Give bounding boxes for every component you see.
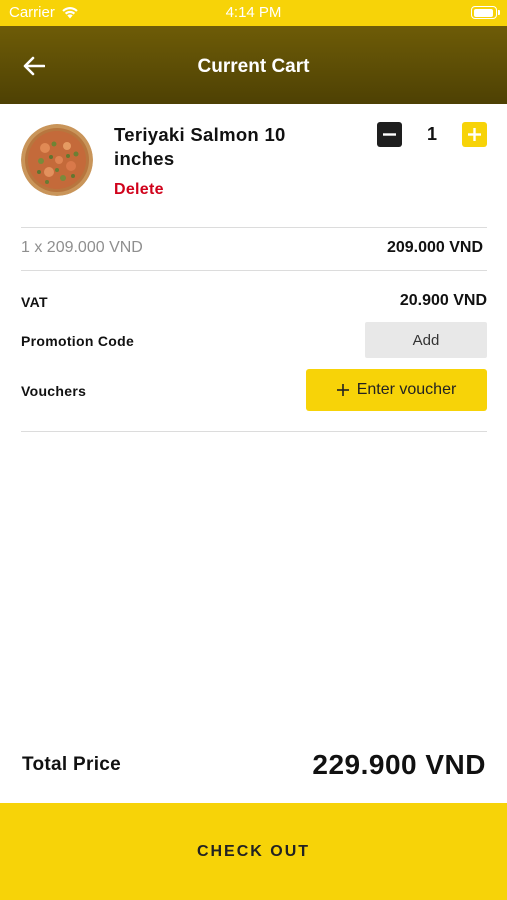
vat-label: VAT [21,294,48,310]
minus-icon [383,133,396,136]
status-bar: Carrier 4:14 PM [0,0,507,26]
vat-value: 20.900 VND [399,292,487,309]
quantity-value: 1 [426,124,437,144]
line-total: 209.000 VND [386,239,483,256]
increase-quantity-button[interactable] [462,122,487,147]
add-promotion-button[interactable]: Add [365,322,487,358]
total-price-label: Total Price [22,754,122,775]
item-name: Teriyaki Salmon 10 inches [114,124,286,169]
divider [21,270,487,271]
unit-price: 1 x 209.000 VND [21,239,143,256]
total-price-value: 229.900 VND [312,749,486,780]
enter-voucher-label: Enter voucher [356,381,457,398]
vouchers-label: Vouchers [21,383,87,399]
divider [21,431,487,432]
status-time: 4:14 PM [225,4,282,21]
battery-icon [471,6,500,19]
plus-icon [336,384,349,396]
checkout-button[interactable]: CHECK OUT [0,803,507,900]
plus-icon [468,128,481,141]
page-title: Current Cart [197,56,310,77]
promotion-code-label: Promotion Code [21,333,135,349]
nav-header: Current Cart [0,26,507,104]
divider [21,227,487,228]
delete-button[interactable]: Delete [114,181,164,199]
pizza-image [21,124,93,196]
decrease-quantity-button[interactable] [377,122,402,147]
enter-voucher-button[interactable]: Enter voucher [306,369,487,411]
